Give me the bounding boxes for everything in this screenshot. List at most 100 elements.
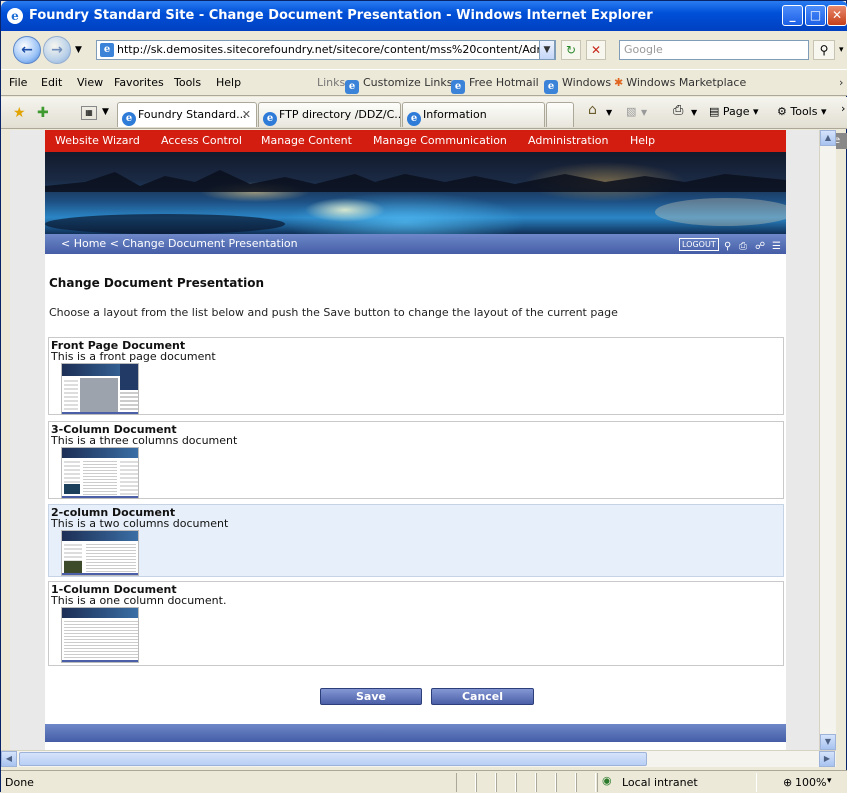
nav-manage-content[interactable]: Manage Content — [261, 134, 352, 147]
status-text: Done — [5, 776, 34, 789]
vertical-scrollbar[interactable]: ▲ ▼ — [819, 130, 836, 750]
maximize-button[interactable]: □ — [805, 5, 826, 26]
feeds-icon[interactable]: ▧ — [626, 105, 636, 118]
layout-thumbnail — [61, 530, 139, 576]
links-label: Links — [317, 76, 346, 89]
scroll-left-icon[interactable]: ◀ — [1, 751, 17, 767]
print-icon[interactable]: ⎙ — [739, 237, 747, 257]
link-customize[interactable]: e Customize Links — [345, 76, 453, 94]
tab-close-icon[interactable]: ✕ — [242, 103, 251, 126]
nav-help[interactable]: Help — [630, 134, 655, 147]
address-dropdown-icon[interactable]: ▼ — [539, 40, 555, 60]
layout-option-3-column[interactable]: 3-Column Document This is a three column… — [48, 421, 784, 499]
stop-icon[interactable]: ✕ — [586, 40, 606, 60]
tab-list-icon[interactable]: ▼ — [102, 107, 109, 117]
menu-overflow-icon[interactable]: › — [839, 76, 843, 89]
toolbar-overflow-icon[interactable]: › — [841, 102, 845, 115]
status-bar: Done ◉ Local intranet ⊕ 100% ▾ — [1, 770, 847, 793]
page-title: Change Document Presentation — [49, 276, 265, 290]
search-icon[interactable]: ⚲ — [724, 237, 731, 257]
zoom-dropdown-icon[interactable]: ▾ — [827, 776, 832, 786]
menu-help[interactable]: Help — [216, 76, 241, 89]
address-row: ← → ▼ e http://sk.demosites.sitecorefoun… — [1, 31, 847, 69]
refresh-icon[interactable]: ↻ — [561, 40, 581, 60]
new-tab-button[interactable] — [546, 102, 574, 127]
ie-page-icon: e — [263, 112, 277, 126]
option-description: This is a two columns document — [51, 517, 229, 530]
layout-thumbnail — [61, 363, 139, 415]
feeds-dropdown-icon[interactable]: ▼ — [641, 108, 647, 117]
horizontal-scroll-thumb[interactable] — [19, 752, 647, 766]
logout-button[interactable]: LOGOUT — [679, 238, 719, 251]
tools-menu-button[interactable]: ⚙ Tools ▾ — [777, 105, 827, 118]
horizontal-scrollbar[interactable]: ◀ ▶ — [1, 750, 836, 767]
title-bar: e Foundry Standard Site - Change Documen… — [1, 1, 847, 31]
add-favorite-icon[interactable]: ✚ — [37, 105, 49, 121]
link-windows-marketplace[interactable]: ✱ Windows Marketplace — [614, 76, 746, 89]
menu-view[interactable]: View — [77, 76, 103, 89]
menu-tools[interactable]: Tools — [174, 76, 201, 89]
link-windows[interactable]: e Windows — [544, 76, 611, 94]
nav-access-control[interactable]: Access Control — [161, 134, 242, 147]
home-icon[interactable]: ⌂ — [588, 102, 597, 118]
security-zone: ◉ Local intranet — [597, 773, 757, 792]
menu-edit[interactable]: Edit — [41, 76, 62, 89]
ie-page-icon: e — [407, 112, 421, 126]
recent-pages-dropdown-icon[interactable]: ▼ — [75, 45, 82, 55]
sitemap-icon[interactable]: ☍ — [755, 237, 765, 257]
quick-tabs-icon[interactable]: ▦ — [81, 106, 97, 120]
page-icon: e — [100, 43, 114, 57]
menu-file[interactable]: File — [9, 76, 27, 89]
print-icon[interactable]: ⎙ — [673, 103, 683, 118]
nav-administration[interactable]: Administration — [528, 134, 609, 147]
search-icon[interactable]: ⚲ — [813, 40, 835, 60]
address-url: http://sk.demosites.sitecorefoundry.net/… — [117, 43, 556, 56]
page-menu-button[interactable]: ▤ Page ▾ — [709, 105, 759, 118]
layout-option-2-column[interactable]: 2-column Document This is a two columns … — [48, 504, 784, 577]
ie-page-icon: e — [451, 80, 465, 94]
ie-page-icon: e — [544, 80, 558, 94]
scroll-down-icon[interactable]: ▼ — [820, 734, 836, 750]
intro-text: Choose a layout from the list below and … — [49, 306, 618, 319]
scroll-up-icon[interactable]: ▲ — [820, 130, 836, 146]
site-nav: Website Wizard Access Control Manage Con… — [45, 130, 786, 152]
nav-website-wizard[interactable]: Website Wizard — [55, 134, 140, 147]
menu-bar: File Edit View Favorites Tools Help Link… — [1, 69, 847, 96]
search-placeholder: Google — [624, 43, 663, 56]
nav-manage-communication[interactable]: Manage Communication — [373, 134, 507, 147]
web-page: Website Wizard Access Control Manage Con… — [45, 130, 786, 750]
search-input[interactable]: Google — [619, 40, 809, 60]
tab-foundry-standard[interactable]: e Foundry Standard... ✕ — [117, 102, 257, 127]
intranet-icon: ◉ — [602, 774, 612, 787]
option-description: This is a one column document. — [51, 594, 227, 607]
back-button[interactable]: ← — [13, 36, 41, 64]
menu-favorites[interactable]: Favorites — [114, 76, 164, 89]
close-button[interactable]: ✕ — [827, 5, 847, 26]
tab-information[interactable]: e Information — [402, 102, 545, 127]
address-input[interactable]: e http://sk.demosites.sitecorefoundry.ne… — [96, 40, 556, 60]
minimize-button[interactable]: _ — [782, 5, 803, 26]
list-icon[interactable]: ☰ — [772, 237, 781, 257]
search-options-icon[interactable]: ▾ — [839, 45, 844, 55]
page-icon: ▤ — [709, 105, 720, 118]
favorites-star-icon[interactable]: ★ — [13, 105, 26, 121]
tab-ftp-directory[interactable]: e FTP directory /DDZ/C... — [258, 102, 401, 127]
scroll-right-icon[interactable]: ▶ — [819, 751, 835, 767]
breadcrumb-text[interactable]: < Home < Change Document Presentation — [61, 237, 298, 250]
zoom-control[interactable]: ⊕ 100% ▾ — [771, 773, 841, 792]
forward-button[interactable]: → — [43, 36, 71, 64]
home-dropdown-icon[interactable]: ▼ — [606, 108, 612, 117]
windows-flag-icon: ✱ — [614, 76, 624, 89]
zoom-icon: ⊕ — [783, 776, 793, 789]
print-dropdown-icon[interactable]: ▼ — [691, 108, 697, 117]
layout-thumbnail — [61, 607, 139, 663]
banner-silhouettes — [45, 170, 786, 234]
cancel-button[interactable]: Cancel — [431, 688, 534, 705]
save-button[interactable]: Save — [320, 688, 422, 705]
link-free-hotmail[interactable]: e Free Hotmail — [451, 76, 539, 94]
breadcrumb: < Home < Change Document Presentation LO… — [45, 234, 786, 254]
layout-option-1-column[interactable]: 1-Column Document This is a one column d… — [48, 581, 784, 666]
header-banner-image — [45, 152, 786, 234]
layout-option-front-page[interactable]: Front Page Document This is a front page… — [48, 337, 784, 415]
layout-thumbnail — [61, 447, 139, 499]
